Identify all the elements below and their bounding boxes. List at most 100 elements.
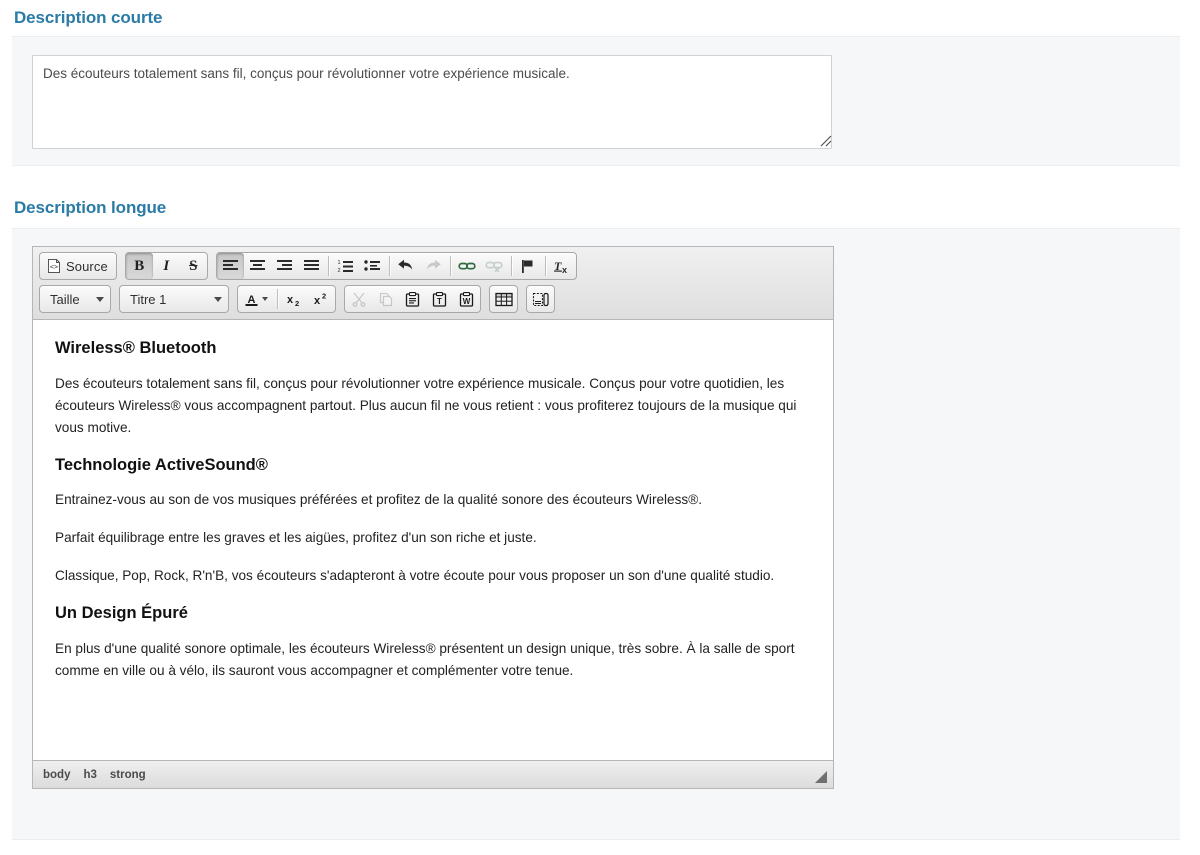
text-color-icon: A (244, 292, 259, 307)
content-paragraph: Parfait équilibrage entre les graves et … (55, 530, 537, 546)
editor-toolbar: <> Source B I S 1 2 T x Taille Titre 1 A… (33, 247, 833, 320)
copy-button[interactable] (372, 286, 399, 312)
numbered-list-button[interactable]: 1 2 (332, 253, 359, 279)
svg-text:2: 2 (322, 292, 326, 301)
svg-text:W: W (462, 297, 470, 306)
svg-text:2: 2 (337, 268, 340, 273)
svg-text:T: T (437, 297, 442, 306)
page-break-button[interactable] (527, 286, 554, 312)
svg-text:x: x (287, 294, 294, 306)
italic-button[interactable]: I (153, 253, 180, 279)
editor-element-path-bar: body h3 strong (33, 760, 833, 788)
toolbar-group-size: Taille (39, 285, 111, 313)
font-size-dropdown[interactable]: Taille (40, 286, 110, 312)
align-center-icon (249, 259, 266, 273)
toolbar-separator (327, 256, 329, 276)
page-break-icon (532, 292, 550, 307)
source-button[interactable]: <> Source (40, 253, 116, 279)
link-icon (458, 259, 476, 273)
editor-content-area[interactable]: Wireless® Bluetooth Des écouteurs totalem… (33, 320, 833, 760)
toolbar-group-document: <> Source (39, 252, 117, 280)
align-left-button[interactable] (216, 253, 244, 279)
editor-resize-grip[interactable] (815, 771, 827, 783)
flag-anchor-icon (520, 259, 536, 274)
rich-text-editor: <> Source B I S 1 2 T x Taille Titre 1 A… (32, 246, 834, 789)
anchor-button[interactable] (515, 253, 542, 279)
paste-as-text-button[interactable]: T (426, 286, 453, 312)
numbered-list-icon: 1 2 (337, 259, 354, 273)
unlink-icon (485, 259, 503, 273)
paste-word-icon: W (459, 291, 475, 307)
svg-text:1: 1 (337, 260, 340, 266)
superscript-icon: x 2 (313, 292, 331, 307)
chevron-down-icon (214, 296, 222, 302)
element-path-item[interactable]: strong (110, 769, 146, 781)
superscript-button[interactable]: x 2 (308, 286, 335, 312)
paste-text-icon: T (432, 291, 448, 307)
short-description-panel (12, 36, 1180, 166)
redo-button[interactable] (420, 253, 447, 279)
element-path-item[interactable]: h3 (83, 769, 96, 781)
align-center-button[interactable] (244, 253, 271, 279)
long-description-panel: <> Source B I S 1 2 T x Taille Titre 1 A… (12, 228, 1180, 840)
svg-text:2: 2 (295, 299, 299, 307)
toolbar-separator (510, 256, 512, 276)
undo-button[interactable] (393, 253, 420, 279)
svg-text:x: x (314, 295, 321, 307)
toolbar-row-2: Taille Titre 1 A x 2 x 2 T W (39, 285, 829, 313)
table-icon (494, 292, 513, 307)
font-size-dropdown-label: Taille (50, 291, 80, 307)
svg-text:<>: <> (50, 263, 58, 271)
content-heading: Un Design Épuré (55, 604, 188, 623)
text-color-button[interactable]: A (238, 286, 274, 312)
chevron-down-icon (262, 297, 268, 301)
svg-text:x: x (562, 265, 567, 274)
content-heading: Technologie ActiveSound® (55, 455, 268, 474)
short-description-textarea[interactable] (32, 55, 832, 149)
italic-icon: I (163, 257, 170, 274)
paste-from-word-button[interactable]: W (453, 286, 480, 312)
paragraph-format-dropdown-label: Titre 1 (130, 291, 167, 307)
strikethrough-icon: S (189, 257, 198, 274)
cut-button[interactable] (345, 286, 372, 312)
remove-format-icon: T x (553, 259, 571, 274)
paragraph-format-dropdown[interactable]: Titre 1 (120, 286, 228, 312)
remove-format-button[interactable]: T x (549, 253, 576, 279)
toolbar-separator (388, 256, 390, 276)
scissors-icon (351, 292, 367, 307)
toolbar-separator (544, 256, 546, 276)
subscript-button[interactable]: x 2 (281, 286, 308, 312)
content-paragraph: En plus d'une qualité sonore optimale, l… (55, 640, 795, 678)
align-justify-icon (303, 259, 320, 273)
undo-icon (397, 259, 415, 273)
toolbar-group-text-styles: A x 2 x 2 (237, 285, 336, 313)
strikethrough-button[interactable]: S (180, 253, 207, 279)
insert-table-button[interactable] (490, 286, 517, 312)
bold-button[interactable]: B (125, 253, 153, 279)
align-left-icon (222, 259, 239, 273)
toolbar-group-format: Titre 1 (119, 285, 229, 313)
bold-icon: B (134, 257, 145, 274)
paste-icon (405, 291, 421, 307)
align-right-icon (276, 259, 293, 273)
align-right-button[interactable] (271, 253, 298, 279)
product-description-page: Description courte Description longue (0, 0, 1200, 855)
toolbar-group-clipboard: T W (344, 285, 481, 313)
paste-button[interactable] (399, 286, 426, 312)
link-button[interactable] (454, 253, 481, 279)
short-description-heading: Description courte (14, 8, 163, 27)
element-path-item[interactable]: body (43, 769, 70, 781)
subscript-icon: x 2 (286, 292, 304, 307)
bulleted-list-button[interactable] (359, 253, 386, 279)
content-paragraph: Des écouteurs totalement sans fil, conçu… (55, 375, 797, 435)
source-button-label: Source (66, 258, 108, 274)
bulleted-list-icon (364, 259, 381, 273)
toolbar-row-1: <> Source B I S 1 2 T x (39, 252, 829, 280)
long-description-heading: Description longue (14, 198, 167, 217)
content-heading: Wireless® Bluetooth (55, 339, 217, 357)
unlink-button[interactable] (481, 253, 508, 279)
content-paragraph: Classique, Pop, Rock, R'n'B, vos écouteu… (55, 568, 775, 584)
toolbar-group-page-break (526, 285, 555, 313)
align-justify-button[interactable] (298, 253, 325, 279)
toolbar-separator (449, 256, 451, 276)
